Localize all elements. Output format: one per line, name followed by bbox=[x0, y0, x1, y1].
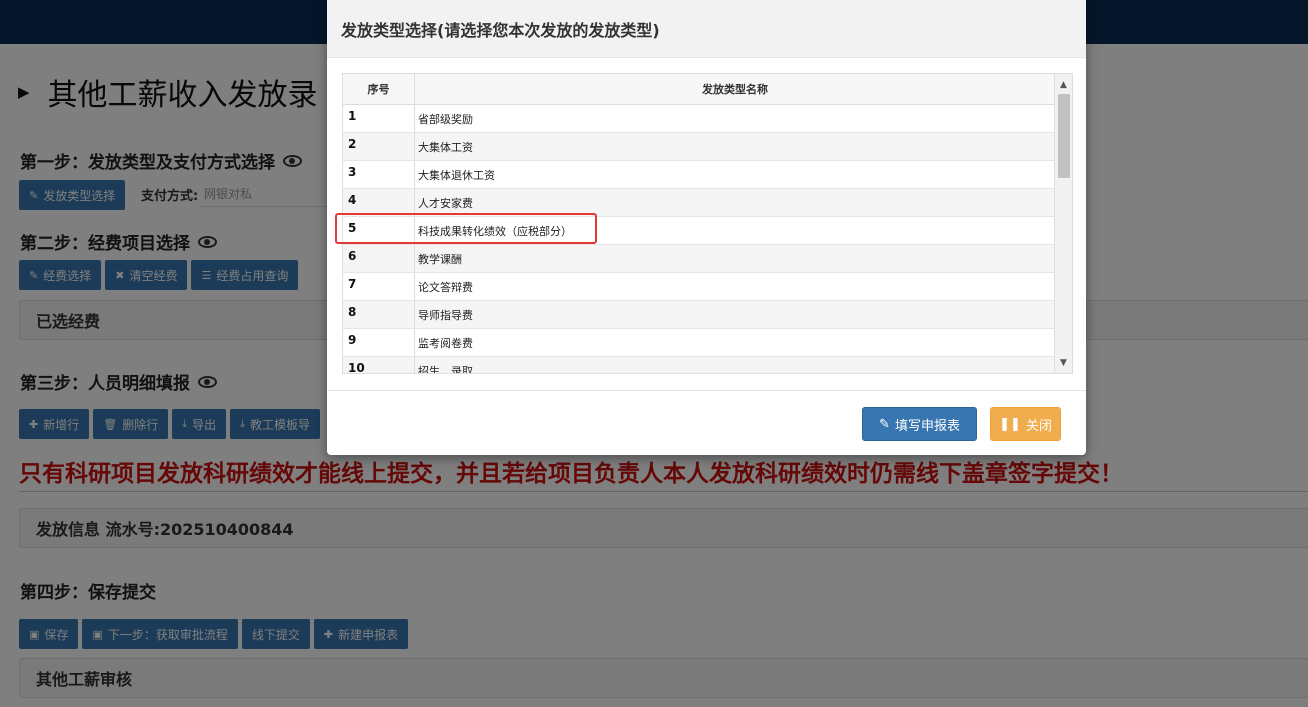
column-header-name: 发放类型名称 bbox=[702, 83, 768, 96]
table-row[interactable]: 6 教学课酬 bbox=[343, 245, 1055, 273]
row-type-name: 监考阅卷费 bbox=[418, 336, 473, 350]
row-type-name: 论文答辩费 bbox=[418, 280, 473, 294]
table-scrollbar[interactable]: ▲ ▼ bbox=[1054, 74, 1072, 373]
fill-form-button[interactable]: ✎ 填写申报表 bbox=[862, 407, 977, 441]
row-number: 8 bbox=[343, 301, 415, 328]
modal-header: 发放类型选择(请选择您本次发放的发放类型) bbox=[327, 0, 1086, 58]
pause-icon: ❚❚ bbox=[999, 416, 1021, 432]
table-row[interactable]: 8 导师指导费 bbox=[343, 301, 1055, 329]
table-row[interactable]: 10 招生、录取 bbox=[343, 357, 1055, 374]
row-type-name: 大集体退休工资 bbox=[418, 168, 495, 182]
table-row[interactable]: 7 论文答辩费 bbox=[343, 273, 1055, 301]
selection-highlight bbox=[335, 213, 597, 244]
table-row[interactable]: 2 大集体工资 bbox=[343, 133, 1055, 161]
table-header: 序号 发放类型名称 bbox=[343, 74, 1055, 105]
table-row[interactable]: 1 省部级奖励 bbox=[343, 105, 1055, 133]
table-row[interactable]: 3 大集体退休工资 bbox=[343, 161, 1055, 189]
row-number: 6 bbox=[343, 245, 415, 272]
row-number: 4 bbox=[343, 189, 415, 216]
row-number: 9 bbox=[343, 329, 415, 356]
row-type-name: 省部级奖励 bbox=[418, 112, 473, 126]
row-type-name: 招生、录取 bbox=[418, 364, 473, 374]
edit-icon: ✎ bbox=[879, 416, 890, 432]
scroll-up-icon[interactable]: ▲ bbox=[1055, 76, 1072, 93]
close-label: 关闭 bbox=[1025, 418, 1052, 434]
table-row[interactable]: 9 监考阅卷费 bbox=[343, 329, 1055, 357]
modal-title: 发放类型选择(请选择您本次发放的发放类型) bbox=[341, 20, 660, 40]
row-number: 3 bbox=[343, 161, 415, 188]
row-type-name: 导师指导费 bbox=[418, 308, 473, 322]
column-header-number: 序号 bbox=[343, 74, 415, 104]
row-number: 2 bbox=[343, 133, 415, 160]
row-number: 7 bbox=[343, 273, 415, 300]
row-type-name: 人才安家费 bbox=[418, 196, 473, 210]
row-number: 10 bbox=[343, 357, 415, 373]
row-type-name: 大集体工资 bbox=[418, 140, 473, 154]
close-button[interactable]: ❚❚ 关闭 bbox=[990, 407, 1061, 441]
modal-footer: ✎ 填写申报表 ❚❚ 关闭 bbox=[327, 390, 1086, 455]
scroll-thumb[interactable] bbox=[1058, 94, 1070, 178]
row-number: 1 bbox=[343, 105, 415, 132]
scroll-down-icon[interactable]: ▼ bbox=[1055, 354, 1072, 371]
row-type-name: 教学课酬 bbox=[418, 252, 462, 266]
fill-form-label: 填写申报表 bbox=[894, 418, 960, 434]
